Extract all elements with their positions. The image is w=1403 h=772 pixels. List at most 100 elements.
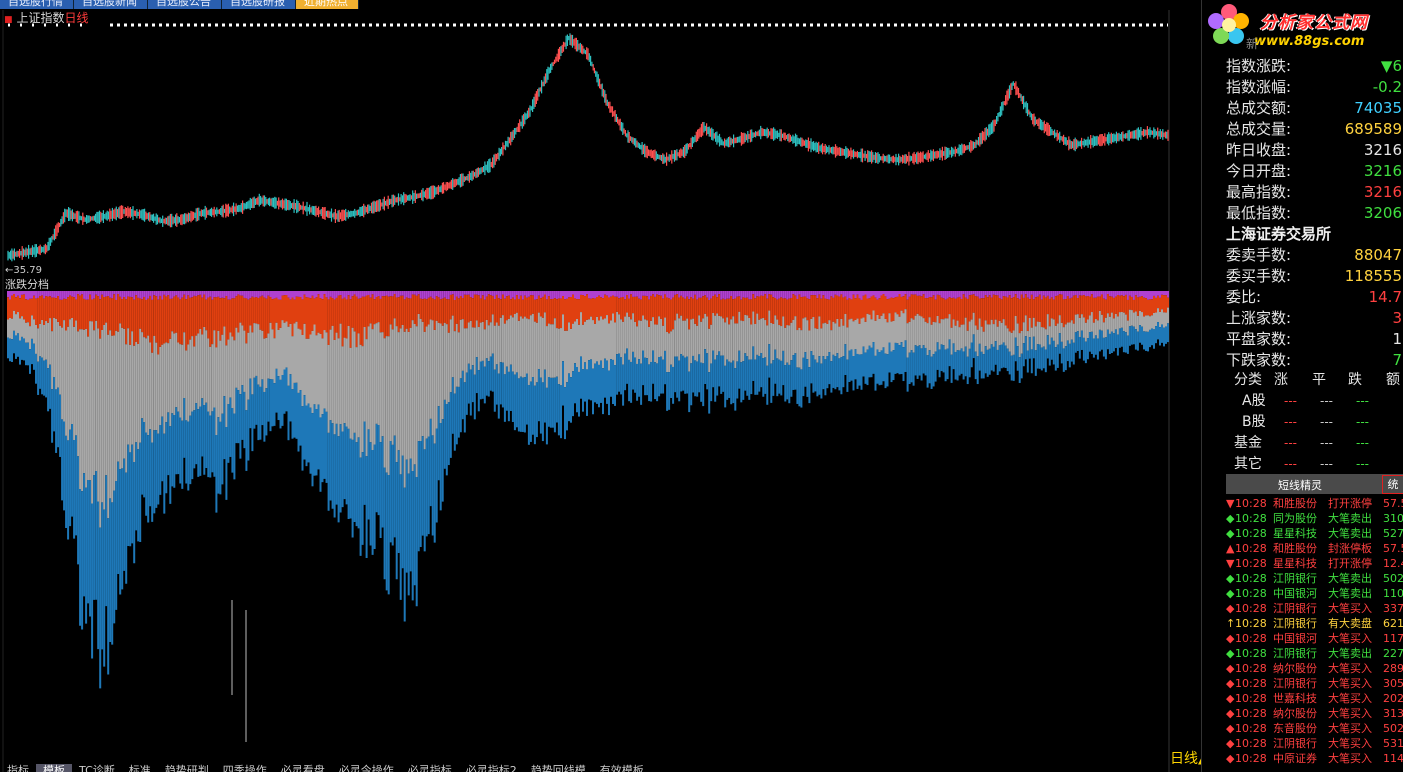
event-action: 大笔卖出: [1328, 647, 1372, 660]
quote-value: 7: [1392, 351, 1402, 369]
sprite-event-row[interactable]: ◆10:28 东音股份 大笔买入 502: [1226, 721, 1403, 736]
event-time: 10:28: [1235, 707, 1267, 720]
event-time: 10:28: [1235, 572, 1267, 585]
event-time: 10:28: [1235, 512, 1267, 525]
event-value: 5311: [1383, 737, 1403, 750]
event-type-icon: ◆: [1226, 512, 1235, 525]
chart-canvas[interactable]: [0, 0, 1200, 772]
event-action: 大笔买入: [1328, 677, 1372, 690]
sprite-event-row[interactable]: ◆10:28 纳尔股份 大笔买入 289: [1226, 661, 1403, 676]
event-stock-name: 江阴银行: [1273, 572, 1317, 585]
event-type-icon: ◆: [1226, 707, 1235, 720]
sprite-event-row[interactable]: ◆10:28 世嘉科技 大笔买入 202: [1226, 691, 1403, 706]
event-stock-name: 中原证券: [1273, 752, 1317, 765]
event-stock-name: 星星科技: [1273, 557, 1317, 570]
event-value: 1109: [1383, 587, 1403, 600]
sprite-event-row[interactable]: ▼10:28 星星科技打开涨停 12.4: [1226, 556, 1403, 571]
quote-label: 委卖手数:: [1226, 246, 1292, 264]
event-type-icon: ◆: [1226, 527, 1235, 540]
quote-row: 上涨家数: 3: [1226, 308, 1403, 329]
quote-row: 指数涨跌: ▼6: [1226, 56, 1403, 77]
bottom-tab-6[interactable]: 必灵看盘: [274, 764, 332, 772]
event-value: 1177: [1383, 632, 1403, 645]
sprite-event-row[interactable]: ◆10:28 江阴银行大笔卖出 2279: [1226, 646, 1403, 661]
event-action: 大笔买入: [1328, 602, 1372, 615]
sprite-event-row[interactable]: ▼10:28 和胜股份打开涨停 57.5: [1226, 496, 1403, 511]
bottom-tab-11[interactable]: 有效模板: [593, 764, 651, 772]
event-type-icon: ▲: [1226, 542, 1235, 555]
quote-value: 3206: [1363, 204, 1402, 222]
sub-indicator-title: 涨跌分档: [5, 278, 49, 291]
quote-label: 昨日收盘:: [1226, 141, 1292, 159]
quote-label: 最高指数:: [1226, 183, 1292, 201]
chart-period: 日线: [64, 11, 89, 25]
quote-value: 1: [1392, 330, 1402, 348]
category-header: 额: [1386, 372, 1400, 388]
bottom-tab-10[interactable]: 趋势回线模: [524, 764, 593, 772]
quote-value: ▼6: [1380, 57, 1402, 75]
sprite-event-row[interactable]: ◆10:28 江阴银行大笔买入 3056: [1226, 676, 1403, 691]
sprite-event-row[interactable]: ◆10:28 中国银河大笔买入 1177: [1226, 631, 1403, 646]
sprite-event-row[interactable]: ◆10:28 同为股份 大笔卖出 310: [1226, 511, 1403, 526]
event-stock-name: 和胜股份: [1273, 542, 1317, 555]
event-time: 10:28: [1235, 647, 1267, 660]
event-time: 10:28: [1235, 677, 1267, 690]
bottom-tab-2[interactable]: TC诊断: [72, 764, 122, 772]
quote-label: 委比:: [1226, 288, 1262, 306]
bottom-tab-7[interactable]: 必灵今操作: [332, 764, 401, 772]
logo-site-name: 分析家公式网: [1260, 13, 1368, 33]
category-down: ---: [1356, 436, 1369, 450]
event-action: 大笔买入: [1328, 737, 1372, 750]
category-up: ---: [1284, 415, 1297, 429]
event-value: 202: [1383, 692, 1403, 705]
category-up: ---: [1284, 436, 1297, 450]
event-action: 大笔买入: [1328, 632, 1372, 645]
sprite-stats-button[interactable]: 统: [1382, 475, 1403, 494]
sprite-event-row[interactable]: ◆10:28 星星科技 大笔卖出 527: [1226, 526, 1403, 541]
sprite-title: 短线精灵: [1278, 479, 1322, 492]
category-down: ---: [1356, 394, 1369, 408]
category-header: 分类: [1234, 372, 1262, 388]
event-action: 大笔卖出: [1328, 512, 1372, 525]
bottom-tab-8[interactable]: 必灵指标: [401, 764, 459, 772]
sprite-event-list: ▼10:28和胜股份打开涨停57.5◆10:28同为股份大笔卖出310◆10:2…: [1226, 496, 1403, 766]
bottom-tab-4[interactable]: 趋势研判: [158, 764, 216, 772]
event-stock-name: 纳尔股份: [1273, 707, 1317, 720]
event-value: 313: [1383, 707, 1403, 720]
bottom-tab-0[interactable]: 指标: [0, 764, 36, 772]
sprite-event-row[interactable]: ◆10:28 纳尔股份 大笔买入 313: [1226, 706, 1403, 721]
bottom-tab-5[interactable]: 四季操作: [216, 764, 274, 772]
sprite-event-row[interactable]: ◆10:28 江阴银行大笔买入 5311: [1226, 736, 1403, 751]
sprite-event-row[interactable]: ◆10:28 中原证券大笔买入 1147: [1226, 751, 1403, 766]
bottom-tab-1[interactable]: 模板: [36, 764, 72, 772]
bottom-tab-9[interactable]: 必灵指标2: [459, 764, 524, 772]
sprite-event-row[interactable]: ◆10:28 江阴银行大笔买入 3373: [1226, 601, 1403, 616]
event-stock-name: 星星科技: [1273, 527, 1317, 540]
quote-label: 指数涨幅:: [1226, 78, 1292, 96]
exchange-name: 上海证券交易所: [1226, 225, 1332, 243]
quote-value: 14.7: [1368, 288, 1402, 306]
sprite-event-row[interactable]: ◆10:28 江阴银行大笔卖出 5021: [1226, 571, 1403, 586]
sprite-event-row[interactable]: ▲10:28 和胜股份封涨停板 57.5: [1226, 541, 1403, 556]
event-action: 打开涨停: [1328, 557, 1372, 570]
event-stock-name: 江阴银行: [1273, 617, 1317, 630]
event-type-icon: ◆: [1226, 632, 1235, 645]
event-type-icon: ◆: [1226, 737, 1235, 750]
quote-row: 总成交额: 74035: [1226, 98, 1403, 119]
quote-row: 委比: 14.7: [1226, 287, 1403, 308]
quote-value: 3216: [1363, 141, 1402, 159]
event-action: 大笔卖出: [1328, 587, 1372, 600]
event-action: 打开涨停: [1328, 497, 1372, 510]
event-type-icon: ◆: [1226, 662, 1235, 675]
sprite-event-row[interactable]: ↑10:28 江阴银行有大卖盘 6214: [1226, 616, 1403, 631]
event-value: 3056: [1383, 677, 1403, 690]
quote-row: 下跌家数: 7: [1226, 350, 1403, 371]
quote-row: 委卖手数: 88047: [1226, 245, 1403, 266]
sprite-event-row[interactable]: ◆10:28 中国银河大笔卖出 1109: [1226, 586, 1403, 601]
event-action: 大笔买入: [1328, 752, 1372, 765]
bottom-indicator-bar: 指标 模板 TC诊断 标准 趋势研判 四季操作 必灵看盘 必灵今操作 必灵指标 必灵指标2 趋势回线…: [0, 764, 700, 772]
quote-value: -0.2: [1372, 78, 1402, 96]
event-action: 大笔卖出: [1328, 527, 1372, 540]
bottom-tab-3[interactable]: 标准: [122, 764, 158, 772]
event-stock-name: 中国银河: [1273, 587, 1317, 600]
